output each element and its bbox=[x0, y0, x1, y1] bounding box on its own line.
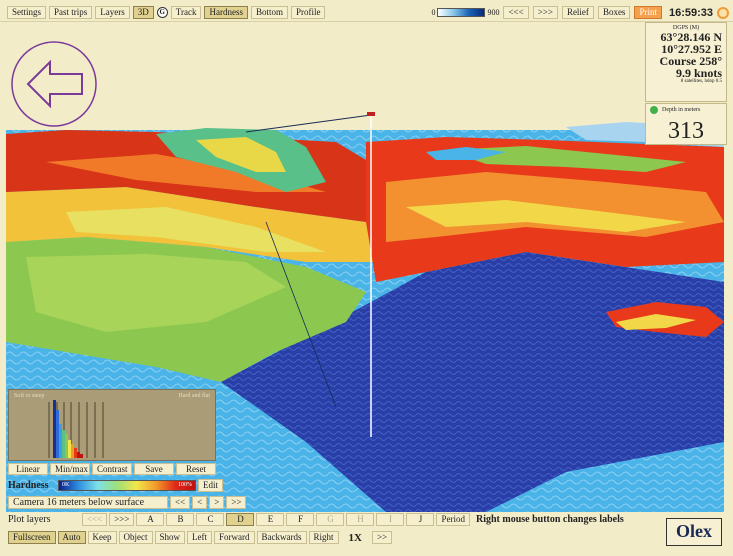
next-button[interactable]: >>> bbox=[532, 6, 558, 19]
hardness-button[interactable]: Hardness bbox=[204, 6, 248, 19]
depth-scale-max: 900 bbox=[487, 8, 500, 17]
bottom-toolbar: Fullscreen Auto Keep Object Show Left Fo… bbox=[8, 531, 393, 544]
depth-value: 313 bbox=[668, 118, 704, 144]
sun-icon[interactable] bbox=[717, 6, 729, 19]
zoom-in-button[interactable]: >> bbox=[371, 531, 393, 544]
hardness-color-scale[interactable]: 0K 100% bbox=[58, 480, 196, 491]
top-toolbar: Settings Past trips Layers 3D G Track Ha… bbox=[0, 0, 733, 22]
keep-button[interactable]: Keep bbox=[87, 531, 117, 544]
save-button[interactable]: Save bbox=[134, 463, 174, 475]
depth-scale-min: 0 bbox=[431, 8, 436, 17]
labels-hint: Right mouse button changes labels bbox=[475, 514, 624, 525]
camera-back-button[interactable]: < bbox=[192, 496, 208, 509]
settings-button[interactable]: Settings bbox=[7, 6, 47, 19]
clock: 16:59:33 bbox=[668, 6, 713, 19]
camera-forward-button[interactable]: > bbox=[209, 496, 225, 509]
left-button[interactable]: Left bbox=[187, 531, 213, 544]
linear-button[interactable]: Linear bbox=[8, 463, 48, 475]
bottom-button[interactable]: Bottom bbox=[250, 6, 288, 19]
profile-button[interactable]: Profile bbox=[290, 6, 326, 19]
track-button[interactable]: Track bbox=[170, 6, 202, 19]
depth-scale: 0 900 bbox=[431, 8, 499, 17]
period-button[interactable]: Period bbox=[436, 513, 470, 526]
position-panel: DGPS (M) 63°28.146 N 10°27.952 E Course … bbox=[645, 22, 727, 102]
object-button[interactable]: Object bbox=[118, 531, 153, 544]
hardness-label: Hardness bbox=[8, 480, 49, 491]
zoom-level: 1X bbox=[348, 531, 362, 544]
fullscreen-button[interactable]: Fullscreen bbox=[8, 531, 56, 544]
prev-button[interactable]: <<< bbox=[503, 6, 529, 19]
plot-layers-next-button[interactable]: >>> bbox=[109, 513, 135, 526]
circle-3d-toggle-icon[interactable]: G bbox=[156, 7, 168, 18]
layer-i-button[interactable]: I bbox=[376, 513, 405, 526]
hardness-min: 0K bbox=[62, 482, 70, 488]
depth-scale-bar bbox=[437, 8, 486, 17]
layer-d-button[interactable]: D bbox=[226, 513, 255, 526]
olex-logo: Olex bbox=[666, 518, 722, 546]
hardness-max: 100% bbox=[178, 482, 192, 488]
speed: 9.9 knots bbox=[675, 66, 722, 80]
histogram-buttons: Linear Min/max Contrast Save Reset bbox=[8, 463, 216, 475]
layer-g-button[interactable]: G bbox=[316, 513, 345, 526]
layer-f-button[interactable]: F bbox=[286, 513, 315, 526]
plot-layers-prev-button[interactable]: <<< bbox=[82, 513, 108, 526]
depth-label: Depth in meters bbox=[662, 107, 701, 113]
plot-layers-row: Plot layers <<< >>> A B C D E F G H I J … bbox=[8, 513, 664, 526]
camera-fast-forward-button[interactable]: >> bbox=[226, 496, 247, 509]
camera-depth-label: Camera 16 meters below surface bbox=[8, 496, 168, 509]
reset-button[interactable]: Reset bbox=[176, 463, 216, 475]
depth-panel: Depth in meters 313 bbox=[645, 103, 727, 145]
satellites: 8 satellites, hdop 0.5 bbox=[680, 79, 722, 84]
3d-button[interactable]: 3D bbox=[132, 6, 154, 19]
contrast-button[interactable]: Contrast bbox=[92, 463, 132, 475]
minmax-button[interactable]: Min/max bbox=[50, 463, 90, 475]
boat-marker-icon bbox=[367, 112, 375, 116]
backwards-button[interactable]: Backwards bbox=[256, 531, 307, 544]
plot-layers-label: Plot layers bbox=[8, 514, 51, 525]
right-button[interactable]: Right bbox=[308, 531, 339, 544]
hardness-edit-button[interactable]: Edit bbox=[198, 479, 223, 492]
forward-button[interactable]: Forward bbox=[214, 531, 255, 544]
show-button[interactable]: Show bbox=[154, 531, 186, 544]
print-button[interactable]: Print bbox=[634, 6, 662, 19]
depth-status-icon bbox=[650, 106, 658, 114]
camera-fast-back-button[interactable]: << bbox=[170, 496, 191, 509]
layer-j-button[interactable]: J bbox=[406, 513, 435, 526]
layers-button[interactable]: Layers bbox=[95, 6, 130, 19]
hardness-histogram[interactable]: Soft or steep Hard and flat bbox=[8, 389, 216, 461]
layer-b-button[interactable]: B bbox=[166, 513, 195, 526]
relief-button[interactable]: Relief bbox=[561, 6, 594, 19]
auto-button[interactable]: Auto bbox=[57, 531, 86, 544]
layer-h-button[interactable]: H bbox=[346, 513, 375, 526]
hardness-row: Hardness 0K 100% Edit bbox=[8, 479, 223, 492]
layer-c-button[interactable]: C bbox=[196, 513, 225, 526]
back-arrow-icon[interactable] bbox=[10, 40, 98, 128]
camera-row: Camera 16 meters below surface << < > >> bbox=[8, 496, 247, 509]
boxes-button[interactable]: Boxes bbox=[597, 6, 631, 19]
layer-e-button[interactable]: E bbox=[256, 513, 285, 526]
histogram-plot bbox=[48, 400, 104, 458]
layer-a-button[interactable]: A bbox=[136, 513, 165, 526]
past-trips-button[interactable]: Past trips bbox=[49, 6, 93, 19]
